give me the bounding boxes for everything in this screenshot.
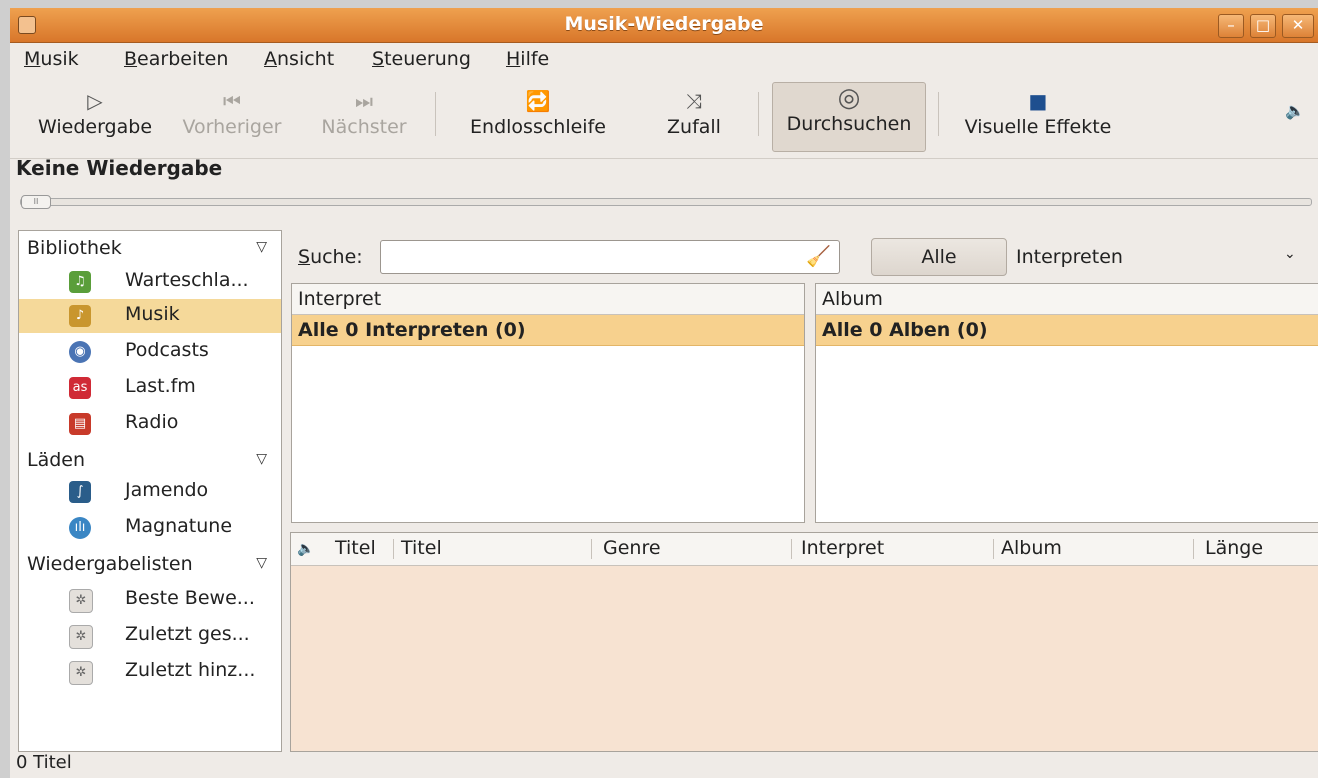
all-button[interactable]: Alle: [871, 238, 1007, 276]
sidebar-item-lastfm[interactable]: as Last.fm: [19, 371, 281, 405]
chevron-down-icon[interactable]: ▽: [256, 555, 267, 571]
sidebar-item-jamendo[interactable]: ∫ Jamendo: [19, 475, 281, 509]
podcast-icon: ◉: [69, 341, 91, 363]
group-bibliothek[interactable]: Bibliothek: [27, 237, 122, 259]
next-icon: ⏭: [355, 89, 373, 113]
radio-icon: ▤: [69, 413, 91, 435]
sidebar-item-music[interactable]: ♪ Musik: [19, 299, 281, 333]
column-header-title[interactable]: Titel: [335, 537, 376, 559]
lastfm-icon: as: [69, 377, 91, 399]
chevron-down-icon[interactable]: ▽: [256, 451, 267, 467]
column-divider: [993, 539, 994, 559]
column-header-title[interactable]: Titel: [401, 537, 442, 559]
volume-icon: 🔈: [1285, 101, 1305, 120]
gear-icon: ✲: [69, 625, 93, 649]
sidebar: Bibliothek ▽ ♫ Warteschla... ♪ Musik ◉ P…: [18, 230, 282, 752]
menu-ansicht[interactable]: Ansicht: [264, 48, 334, 70]
disc-icon: ◎: [837, 83, 861, 113]
play-icon: ▷: [87, 89, 103, 113]
clear-search-icon[interactable]: 🧹: [806, 244, 831, 268]
chevron-down-icon[interactable]: ⌄: [1284, 246, 1296, 262]
menu-hilfe[interactable]: Hilfe: [506, 48, 549, 70]
artist-row-all[interactable]: Alle 0 Interpreten (0): [292, 315, 804, 346]
sidebar-item-playlist[interactable]: ✲ Zuletzt hinz...: [19, 655, 281, 689]
menu-musik[interactable]: Musik: [24, 48, 79, 70]
minimize-button[interactable]: –: [1218, 14, 1244, 38]
seek-slider-handle[interactable]: II: [21, 195, 51, 209]
menu-bearbeiten[interactable]: Bearbeiten: [124, 48, 228, 70]
column-divider: [791, 539, 792, 559]
repeat-icon: 🔁: [525, 89, 551, 113]
sidebar-item-queue[interactable]: ♫ Warteschla...: [19, 265, 281, 299]
gear-icon: ✲: [69, 661, 93, 685]
shuffle-button[interactable]: ⤨ Zufall: [646, 86, 742, 152]
play-button[interactable]: ▷ Wiedergabe: [28, 86, 162, 152]
gear-icon: ✲: [69, 589, 93, 613]
shuffle-icon: ⤨: [686, 89, 702, 113]
menu-bar: Musik Bearbeiten Ansicht Steuerung Hilfe: [10, 43, 1318, 77]
previous-button[interactable]: ⏮ Vorheriger: [170, 86, 294, 152]
now-playing-label: Keine Wiedergabe: [16, 156, 223, 180]
maximize-button[interactable]: □: [1250, 14, 1276, 38]
album-pane: Album Alle 0 Alben (0): [815, 283, 1318, 523]
repeat-button[interactable]: 🔁 Endlosschleife: [450, 86, 626, 152]
album-row-all[interactable]: Alle 0 Alben (0): [816, 315, 1318, 346]
album-column-header[interactable]: Album: [816, 284, 1318, 315]
jamendo-icon: ∫: [69, 481, 91, 503]
artist-column-header[interactable]: Interpret: [292, 284, 804, 315]
column-header-genre[interactable]: Genre: [603, 537, 661, 559]
menu-steuerung[interactable]: Steuerung: [372, 48, 471, 70]
next-button[interactable]: ⏭ Nächster: [308, 86, 420, 152]
speaker-icon: 🔈: [297, 541, 315, 557]
queue-icon: ♫: [69, 271, 91, 293]
visual-effects-icon: ■: [1028, 89, 1048, 113]
chevron-down-icon[interactable]: ▽: [256, 239, 267, 255]
music-icon: ♪: [69, 305, 91, 327]
filter-dropdown[interactable]: Interpreten: [1016, 246, 1123, 268]
toolbar-separator: [435, 92, 436, 136]
volume-button[interactable]: 🔈: [1280, 96, 1310, 162]
status-bar: 0 Titel: [16, 752, 72, 773]
window-title: Musik-Wiedergabe: [564, 13, 764, 35]
toolbar-separator: [758, 92, 759, 136]
sidebar-item-radio[interactable]: ▤ Radio: [19, 407, 281, 441]
track-list-header: 🔈 Titel Titel Genre Interpret Album Läng…: [291, 533, 1318, 566]
column-header-artist[interactable]: Interpret: [801, 537, 884, 559]
toolbar-separator: [938, 92, 939, 136]
track-list[interactable]: 🔈 Titel Titel Genre Interpret Album Läng…: [290, 532, 1318, 752]
group-laeden[interactable]: Läden: [27, 449, 85, 471]
toolbar: ▷ Wiedergabe ⏮ Vorheriger ⏭ Nächster 🔁 E…: [10, 78, 1318, 159]
search-input[interactable]: 🧹: [380, 240, 840, 274]
browse-button[interactable]: ◎ Durchsuchen: [772, 82, 926, 152]
column-header-length[interactable]: Länge: [1205, 537, 1263, 559]
sidebar-item-podcasts[interactable]: ◉ Podcasts: [19, 335, 281, 369]
artist-pane: Interpret Alle 0 Interpreten (0): [291, 283, 805, 523]
column-divider: [393, 539, 394, 559]
title-bar[interactable]: Musik-Wiedergabe – □ ✕: [10, 8, 1318, 43]
magnatune-icon: ılı: [69, 517, 91, 539]
column-header-album[interactable]: Album: [1001, 537, 1062, 559]
search-label: Suche:: [298, 246, 363, 268]
sidebar-item-magnatune[interactable]: ılı Magnatune: [19, 511, 281, 545]
group-wiedergabelisten[interactable]: Wiedergabelisten: [27, 553, 193, 575]
column-divider: [591, 539, 592, 559]
sidebar-item-playlist[interactable]: ✲ Beste Bewe...: [19, 583, 281, 617]
seek-slider[interactable]: II: [20, 195, 1312, 209]
visual-effects-button[interactable]: ■ Visuelle Effekte: [950, 86, 1126, 152]
close-button[interactable]: ✕: [1282, 14, 1314, 38]
column-divider: [1193, 539, 1194, 559]
sidebar-item-playlist[interactable]: ✲ Zuletzt ges...: [19, 619, 281, 653]
previous-icon: ⏮: [223, 89, 241, 113]
